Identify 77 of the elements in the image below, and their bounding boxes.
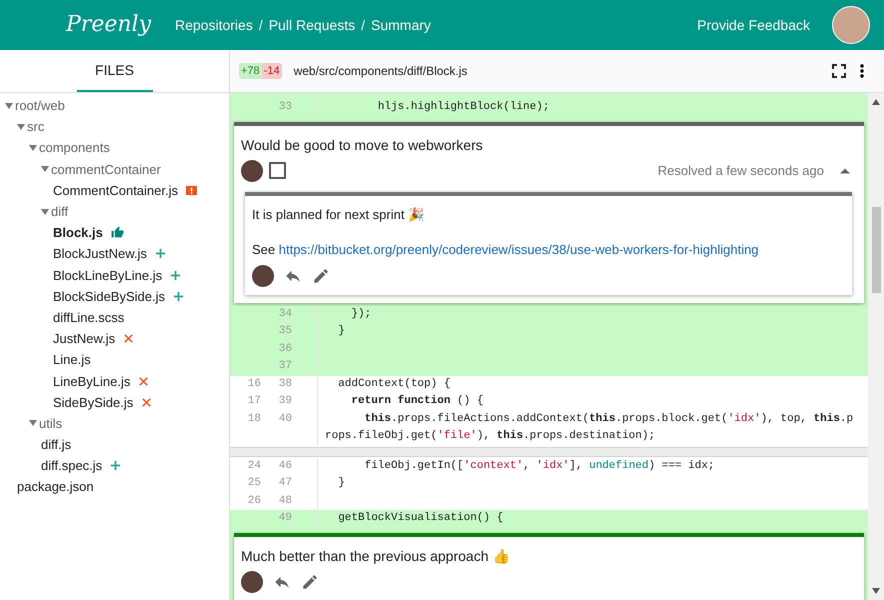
line-number: 25 (246, 476, 261, 491)
scroll-up-arrow-icon[interactable] (872, 99, 880, 105)
user-avatar[interactable] (832, 6, 870, 44)
avatar (241, 570, 263, 592)
file-item[interactable]: Block.js (0, 222, 229, 244)
breadcrumb-separator: / (258, 17, 263, 33)
reply-text: See https://bitbucket.org/preenly/codereview/issues/38/use-web-workers-for-highlighting (252, 240, 760, 259)
checkbox[interactable] (269, 162, 286, 179)
comment-text: Would be good to move to webworkers (241, 136, 484, 155)
line-number: 38 (278, 376, 292, 392)
comment-text: Much better than the previous approach 👍 (241, 546, 510, 566)
breadcrumb-link[interactable]: Repositories (175, 17, 253, 33)
file-item[interactable]: package.json (0, 476, 229, 498)
file-item[interactable]: diffLine.scss (0, 306, 229, 328)
file-item[interactable]: JustNew.js (0, 328, 229, 350)
line-number: 39 (278, 394, 292, 409)
code-line: getBlockVisualisation() { (337, 511, 504, 526)
logo[interactable]: Preenly (66, 10, 157, 40)
folder-item[interactable]: commentContainer (0, 158, 229, 180)
scrollbar[interactable] (868, 93, 884, 600)
file-item[interactable]: LineByLine.js (0, 370, 229, 392)
breadcrumb-separator: / (361, 17, 365, 33)
folder-item[interactable]: diff (0, 200, 229, 222)
line-number: 17 (246, 394, 261, 409)
file-item[interactable]: diff.js (0, 434, 229, 456)
line-number: 18 (246, 412, 261, 426)
folder-item[interactable]: utils (0, 412, 229, 434)
folder-item[interactable]: root/web (0, 95, 229, 116)
file-item[interactable]: BlockSideBySide.js (0, 286, 229, 307)
line-number: 37 (278, 359, 292, 374)
code-line: addContext(top) { (337, 376, 452, 392)
code-line: return function () { (350, 394, 484, 409)
breadcrumb-link[interactable]: Summary (371, 17, 431, 33)
folder-item[interactable]: components (0, 137, 229, 159)
file-item[interactable]: SideBySide.js (0, 392, 229, 413)
line-number: 33 (278, 100, 292, 115)
code-line: fileObj.getIn(['context', 'idx'], undefined) === idx; (364, 458, 716, 474)
pencil-icon[interactable] (301, 572, 319, 590)
feedback-link[interactable]: Provide Feedback (697, 17, 810, 33)
line-number: 48 (278, 494, 292, 508)
line-number: 16 (246, 376, 261, 392)
pencil-icon[interactable] (312, 266, 330, 284)
more-icon[interactable] (860, 64, 864, 78)
file-item[interactable]: diff.spec.js (0, 455, 229, 476)
files-tab[interactable]: FILES (76, 50, 152, 92)
line-number: 26 (246, 494, 261, 508)
line-number: 36 (278, 342, 292, 356)
fullscreen-icon[interactable] (832, 64, 846, 78)
line-number: 40 (278, 412, 292, 426)
deletions-count: -14 (262, 63, 282, 79)
scroll-down-arrow-icon[interactable] (872, 588, 880, 594)
file-item[interactable]: Line.js (0, 349, 229, 370)
line-number: 24 (246, 458, 261, 474)
file-item[interactable]: BlockJustNew.js (0, 243, 229, 264)
code-line: } (337, 476, 346, 491)
additions-count: +78 (239, 63, 262, 79)
line-number: 46 (278, 458, 292, 474)
resolved-status: Resolved a few seconds ago (658, 163, 824, 178)
caret-icon[interactable] (840, 166, 850, 176)
code-line: hljs.highlightBlock(line); (376, 100, 550, 115)
scrollbar-thumb[interactable] (872, 207, 880, 293)
file-item[interactable]: CommentContainer.js (0, 180, 229, 201)
reply-text: It is planned for next sprint 🎉 (252, 206, 426, 224)
line-number: 35 (278, 324, 292, 339)
folder-item[interactable]: src (0, 116, 229, 138)
code-line: } (337, 324, 346, 339)
file-path: web/src/components/diff/Block.js (294, 64, 468, 78)
line-number: 47 (278, 476, 292, 491)
file-item[interactable]: BlockLineByLine.js (0, 264, 229, 286)
code-line: }); (350, 306, 372, 322)
line-number: 34 (278, 306, 292, 322)
avatar (241, 160, 263, 182)
avatar (252, 264, 274, 286)
code-line: this.props.fileActions.addContext(this.props.block.get('idx'), top, this.props.fileObj.get('file'), this.props.destination); (324, 412, 854, 444)
issue-link[interactable]: https://bitbucket.org/preenly/codereview/issues/38/use-web-workers-for-highlighting (278, 242, 759, 256)
line-number: 49 (278, 511, 292, 526)
breadcrumb-link[interactable]: Pull Requests (268, 17, 356, 33)
